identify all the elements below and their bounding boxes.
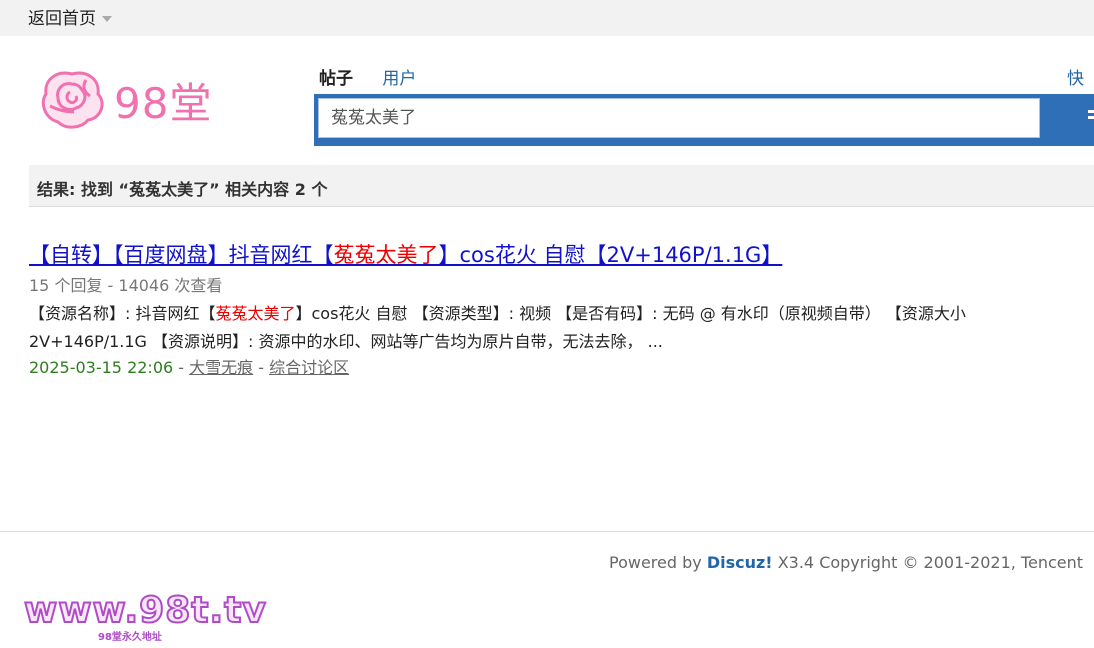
logo-text: 98堂: [114, 79, 213, 128]
desc-line-2: 2V+146P/1.1G 【资源说明】: 资源中的水印、网站等广告均为原片自带，…: [29, 332, 663, 351]
result-description: 【资源名称】: 抖音网红【菟菟太美了】cos花火 自慰 【资源类型】: 视频 【…: [29, 300, 1094, 356]
footer-divider: [0, 531, 1094, 532]
watermark: www.98t.tv 98堂永久地址: [23, 589, 267, 644]
menu-bar-icon: [1088, 116, 1094, 119]
title-highlight: 菟菟太美了: [333, 243, 439, 267]
author-link[interactable]: 大雪无痕: [189, 358, 253, 377]
desc-highlight: 菟菟太美了: [215, 304, 296, 323]
copyright-text: X3.4 Copyright © 2001-2021, Tencent: [772, 553, 1084, 572]
summary-keyword: 菟菟太美了: [129, 180, 210, 199]
result-stats: 15 个回复 - 14046 次查看: [29, 276, 223, 295]
watermark-subtext: 98堂永久地址: [98, 632, 162, 643]
result-meta: 2025-03-15 22:06 - 大雪无痕 - 综合讨论区: [29, 356, 1094, 380]
rose-icon: [41, 71, 104, 129]
forum-link[interactable]: 综合讨论区: [269, 358, 349, 377]
menu-bar-icon: [1088, 110, 1094, 113]
result-title-link[interactable]: 【自转】【百度网盘】抖音网红【菟菟太美了】cos花火 自慰【2V+146P/1.…: [29, 240, 1094, 270]
discuz-link[interactable]: Discuz!: [707, 553, 773, 572]
powered-by: Powered by Discuz! X3.4 Copyright © 2001…: [609, 553, 1083, 572]
result-summary-bar: 结果: 找到 “菟菟太美了” 相关内容 2 个: [29, 165, 1094, 207]
search-input[interactable]: 菟菟太美了: [318, 98, 1040, 138]
search-box: 菟菟太美了: [314, 94, 1094, 146]
desc-pre: 【资源名称】: 抖音网红【: [29, 304, 216, 323]
search-tabs: 帖子 用户: [319, 64, 440, 89]
home-link[interactable]: 返回首页: [28, 4, 112, 29]
home-link-label: 返回首页: [28, 9, 96, 29]
summary-suffix: ” 相关内容 2 个: [209, 180, 328, 199]
site-logo[interactable]: 98堂: [36, 66, 216, 132]
meta-separator: -: [253, 358, 270, 377]
title-post: 】cos花火 自慰【2V+146P/1.1G】: [438, 243, 783, 267]
title-pre: 【自转】【百度网盘】抖音网红【: [29, 243, 334, 267]
chevron-down-icon[interactable]: [102, 16, 112, 22]
meta-separator: -: [173, 358, 190, 377]
result-date: 2025-03-15 22:06: [29, 358, 174, 377]
desc-line-1: 【资源名称】: 抖音网红【菟菟太美了】cos花火 自慰 【资源类型】: 视频 【…: [29, 300, 1094, 328]
summary-prefix: 结果: 找到 “: [37, 180, 130, 199]
watermark-text: www.98t.tv: [23, 589, 267, 632]
top-bar: 返回首页: [0, 0, 1094, 36]
search-button[interactable]: [1088, 110, 1094, 126]
tab-users[interactable]: 用户: [382, 64, 416, 89]
result-summary: 结果: 找到 “菟菟太美了” 相关内容 2 个: [37, 176, 327, 200]
search-result: 【自转】【百度网盘】抖音网红【菟菟太美了】cos花火 自慰【2V+146P/1.…: [29, 240, 1094, 380]
desc-post: 】cos花火 自慰 【资源类型】: 视频 【是否有码】: 无码 @ 有水印（原视…: [295, 304, 966, 323]
tab-posts[interactable]: 帖子: [319, 64, 353, 89]
powered-prefix: Powered by: [609, 553, 707, 572]
